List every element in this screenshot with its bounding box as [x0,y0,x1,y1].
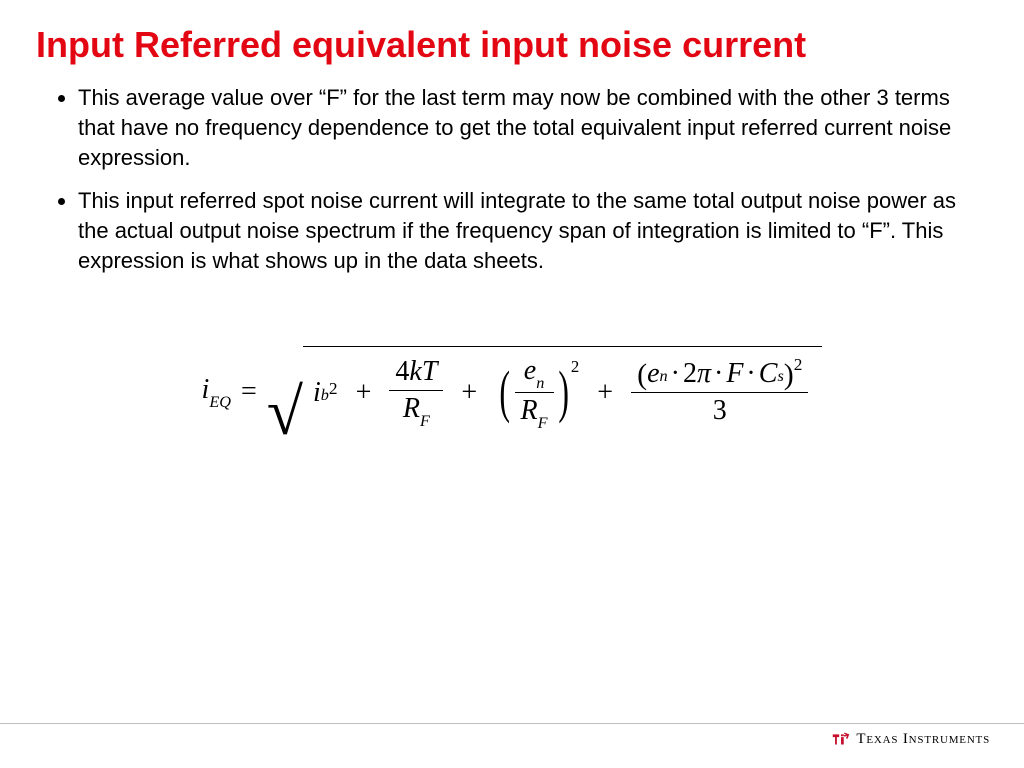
slide: Input Referred equivalent input noise cu… [0,0,1024,768]
var-C: C [759,358,778,390]
var-F: F [726,358,743,390]
slide-title: Input Referred equivalent input noise cu… [36,24,988,65]
num-2: 2 [683,358,697,390]
var-T: T [422,356,438,387]
sub-F: F [538,414,548,432]
var-pi: π [697,358,711,390]
plus-sign: + [593,377,617,409]
right-paren-icon: ) [784,361,794,388]
sub-F: F [420,412,430,430]
bullet-item: This input referred spot noise current w… [78,186,988,275]
bullet-list: This average value over “F” for the last… [36,83,988,275]
sup-2: 2 [794,355,803,375]
term-4ktrf: 4kT RF [389,354,443,431]
bullet-item: This average value over “F” for the last… [78,83,988,172]
radicand: ib2 + 4kT RF + ( en [303,346,822,439]
left-paren-icon: ( [637,361,647,388]
sub-b: b [321,386,329,405]
brand-name: Texas Instruments [856,731,990,748]
left-paren-icon: ( [500,369,511,415]
sub-n: n [660,367,668,386]
var-e: e [524,355,536,386]
formula-container: iEQ = √ ib2 + 4kT RF [36,346,988,439]
brand: Texas Instruments [830,728,990,750]
term-enrf2: ( en RF ) 2 [495,353,579,433]
plus-sign: + [457,377,481,409]
num-4: 4 [395,356,409,387]
dot-op: · [668,358,683,390]
dot-op: · [743,358,758,390]
lhs-sub: EQ [209,393,231,411]
sub-s: s [777,367,783,386]
var-R: R [521,395,538,426]
denom-3: 3 [707,393,733,429]
radical-icon: √ [267,383,303,442]
dot-op: · [711,358,726,390]
sup-2: 2 [571,357,579,377]
var-i: i [313,377,321,409]
var-k: k [409,356,421,387]
term-en2pifcs: ( en · 2π · F · Cs ) 2 [631,356,808,429]
sup-2: 2 [329,379,338,399]
fraction: 4kT RF [389,354,443,431]
ti-logo-icon [830,728,852,750]
right-paren-icon: ) [558,369,569,415]
footer-rule [0,723,1024,724]
var-e: e [647,358,659,390]
sub-n: n [536,374,544,392]
lhs: iEQ [202,374,231,410]
equals-sign: = [241,376,257,408]
plus-sign: + [352,377,376,409]
fraction: en RF [515,353,554,433]
equation: iEQ = √ ib2 + 4kT RF [202,346,823,439]
fraction: ( en · 2π · F · Cs ) 2 [631,356,808,429]
term-ib2: ib2 [313,377,338,409]
var-R: R [403,393,420,424]
sqrt: √ ib2 + 4kT RF + ( [267,346,823,439]
